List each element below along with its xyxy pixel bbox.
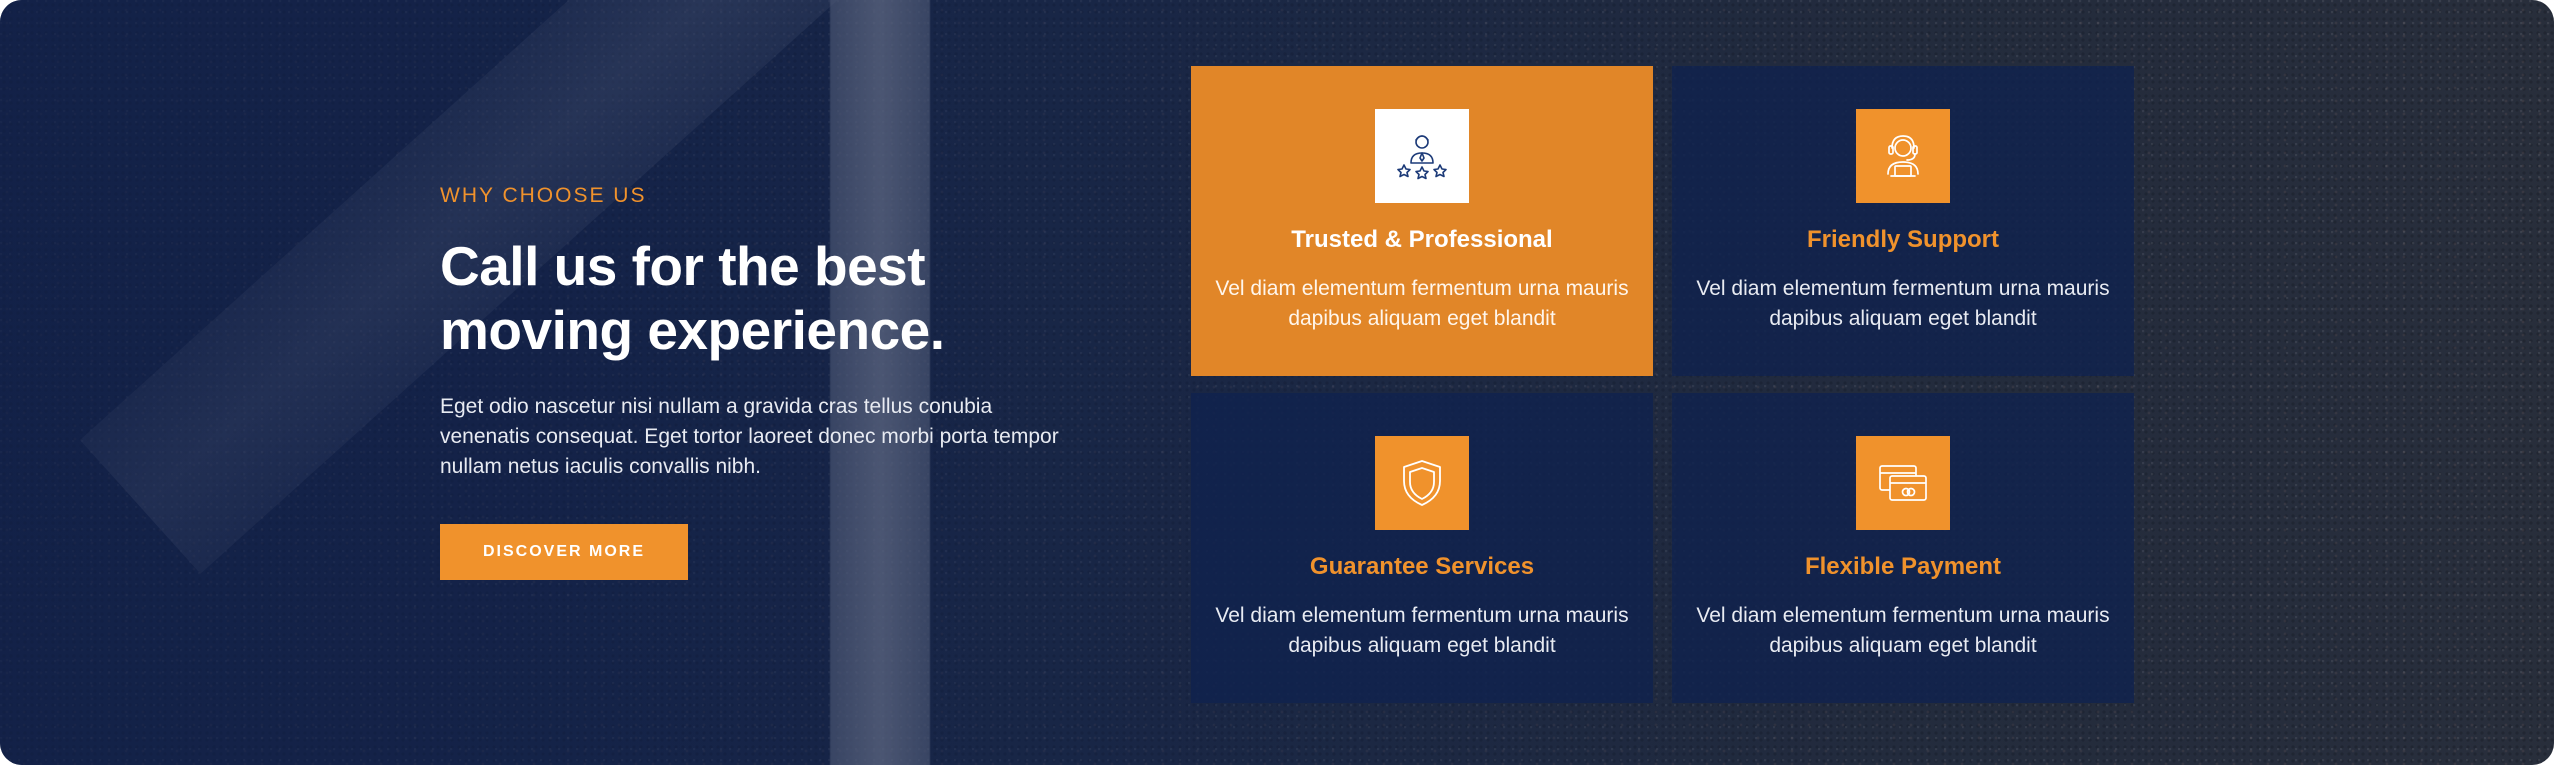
feature-card-guarantee: Guarantee Services Vel diam elementum fe… [1191, 393, 1653, 703]
feature-card-payment: Flexible Payment Vel diam elementum ferm… [1672, 393, 2134, 703]
discover-more-button[interactable]: DISCOVER MORE [440, 524, 688, 580]
feature-description: Vel diam elementum fermentum urna mauris… [1696, 604, 2110, 657]
feature-description: Vel diam elementum fermentum urna mauris… [1215, 277, 1629, 330]
feature-card-trusted: Trusted & Professional Vel diam elementu… [1191, 66, 1653, 376]
section-description: Eget odio nascetur nisi nullam a gravida… [440, 395, 1059, 478]
feature-title: Guarantee Services [1309, 553, 1535, 580]
credit-card-icon [1856, 436, 1950, 530]
support-agent-icon [1856, 109, 1950, 203]
section-eyebrow: WHY CHOOSE US [440, 184, 647, 207]
trusted-team-icon [1375, 109, 1469, 203]
feature-title: Trusted & Professional [1291, 226, 1553, 253]
why-choose-us-section: WHY CHOOSE US Call us for the best movin… [0, 0, 2554, 765]
intro-column: WHY CHOOSE US Call us for the best movin… [440, 184, 1080, 580]
headline-line-1: Call us for the best [440, 235, 926, 297]
section-headline: Call us for the best moving experience. [440, 234, 1080, 362]
feature-description: Vel diam elementum fermentum urna mauris… [1696, 277, 2110, 330]
shield-icon [1375, 436, 1469, 530]
headline-line-2: moving experience. [440, 299, 945, 361]
feature-title: Friendly Support [1807, 226, 1999, 253]
feature-card-support: Friendly Support Vel diam elementum ferm… [1672, 66, 2134, 376]
feature-title: Flexible Payment [1804, 553, 2002, 580]
feature-description: Vel diam elementum fermentum urna mauris… [1215, 604, 1629, 657]
